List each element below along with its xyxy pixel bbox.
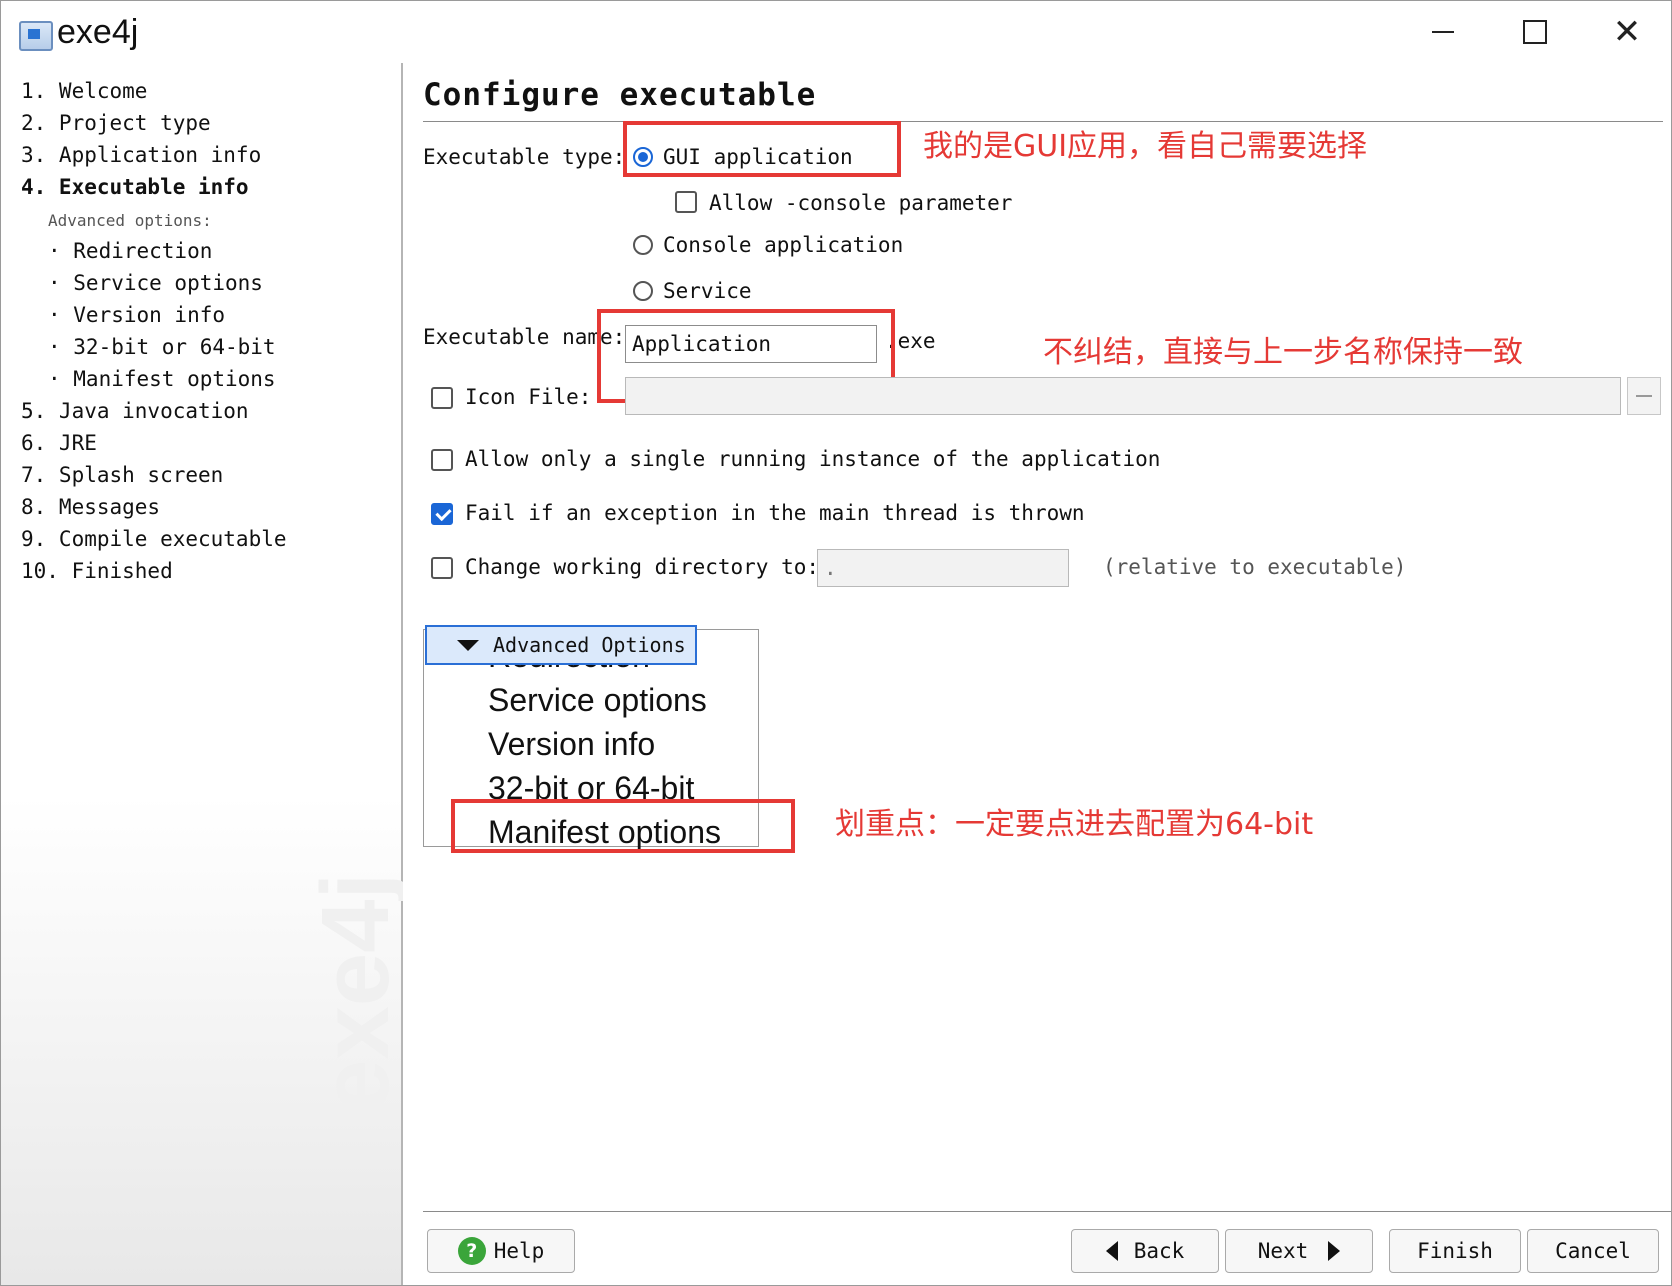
window-title: exe4j [57,13,139,51]
fail-exception-label[interactable]: Fail if an exception in the main thread … [465,501,1085,525]
working-directory-input[interactable]: . [817,549,1069,587]
help-label: Help [493,1239,545,1263]
main-panel: Configure executable Executable type: GU… [403,63,1671,1285]
single-instance-checkbox[interactable] [431,449,453,471]
nav-step-project-type[interactable]: 2. Project type [21,111,211,135]
title-bar: exe4j ✕ [1,1,1671,63]
advanced-options-button[interactable]: Advanced Options [425,625,697,665]
nav-sub-bitness[interactable]: · 32-bit or 64-bit [48,335,276,359]
back-button[interactable]: Back [1071,1229,1219,1273]
service-label[interactable]: Service [663,279,752,303]
menu-item-version-info[interactable]: Version info [488,726,655,763]
menu-item-service-options[interactable]: Service options [488,682,707,719]
annotation-bitness: 划重点：一定要点进去配置为64-bit [835,807,1314,842]
change-directory-label[interactable]: Change working directory to: [465,555,819,579]
cancel-button[interactable]: Cancel [1527,1229,1659,1273]
annotation-name: 不纠结，直接与上一步名称保持一致 [1043,335,1523,370]
nav-step-splash-screen[interactable]: 7. Splash screen [21,463,223,487]
nav-advanced-caption: Advanced options: [48,211,212,230]
minimize-icon [1432,31,1454,33]
nav-step-welcome[interactable]: 1. Welcome [21,79,147,103]
nav-sub-service-options[interactable]: · Service options [48,271,263,295]
annotation-box-bitness [451,799,795,853]
bottom-divider [423,1211,1671,1212]
nav-step-java-invocation[interactable]: 5. Java invocation [21,399,249,423]
minimize-button[interactable] [1397,1,1489,63]
nav-step-application-info[interactable]: 3. Application info [21,143,261,167]
nav-step-compile-executable[interactable]: 9. Compile executable [21,527,287,551]
exe4j-watermark-logo: exe4j [302,872,409,1113]
nav-step-jre[interactable]: 6. JRE [21,431,97,455]
maximize-icon [1523,20,1547,44]
finish-button[interactable]: Finish [1389,1229,1521,1273]
annotation-box-gui [623,121,901,177]
nav-sub-manifest-options[interactable]: · Manifest options [48,367,276,391]
help-icon: ? [457,1237,486,1265]
allow-console-checkbox[interactable] [675,191,697,213]
nav-step-executable-info[interactable]: 4. Executable info [21,175,249,199]
help-button[interactable]: ? Help [427,1229,575,1273]
nav-sub-version-info[interactable]: · Version info [48,303,225,327]
arrow-left-icon [1105,1241,1118,1261]
close-button[interactable]: ✕ [1581,1,1672,63]
finish-label: Finish [1417,1239,1493,1263]
annotation-gui: 我的是GUI应用，看自己需要选择 [923,129,1368,164]
nav-sub-redirection[interactable]: · Redirection [48,239,212,263]
close-icon: ✕ [1612,12,1642,52]
allow-console-label[interactable]: Allow -console parameter [709,191,1012,215]
icon-file-checkbox[interactable] [431,387,453,409]
icon-file-label[interactable]: Icon File: [465,385,591,409]
next-label: Next [1257,1239,1309,1263]
advanced-options-label: Advanced Options [493,633,686,657]
wizard-step-nav: 1. Welcome 2. Project type 3. Applicatio… [1,63,409,1285]
console-application-radio[interactable] [633,235,653,255]
icon-file-browse-button[interactable] [1627,377,1661,415]
executable-name-label: Executable name: [423,325,626,349]
next-button[interactable]: Next [1225,1229,1373,1273]
change-directory-checkbox[interactable] [431,557,453,579]
maximize-button[interactable] [1489,1,1581,63]
console-application-label[interactable]: Console application [663,233,903,257]
executable-type-label: Executable type: [423,145,626,169]
service-radio[interactable] [633,281,653,301]
triangle-down-icon [457,639,479,651]
cancel-label: Cancel [1555,1239,1631,1263]
browse-icon [1636,395,1652,397]
app-icon [19,21,53,51]
app-window: exe4j ✕ 1. Welcome 2. Project type 3. Ap… [0,0,1672,1286]
arrow-right-icon [1328,1241,1341,1261]
relative-note: (relative to executable) [1103,555,1407,579]
nav-step-messages[interactable]: 8. Messages [21,495,160,519]
back-label: Back [1133,1239,1185,1263]
page-title: Configure executable [423,77,817,113]
single-instance-label[interactable]: Allow only a single running instance of … [465,447,1160,471]
nav-step-finished[interactable]: 10. Finished [21,559,173,583]
icon-file-input[interactable] [625,377,1621,415]
fail-exception-checkbox[interactable] [431,503,453,525]
